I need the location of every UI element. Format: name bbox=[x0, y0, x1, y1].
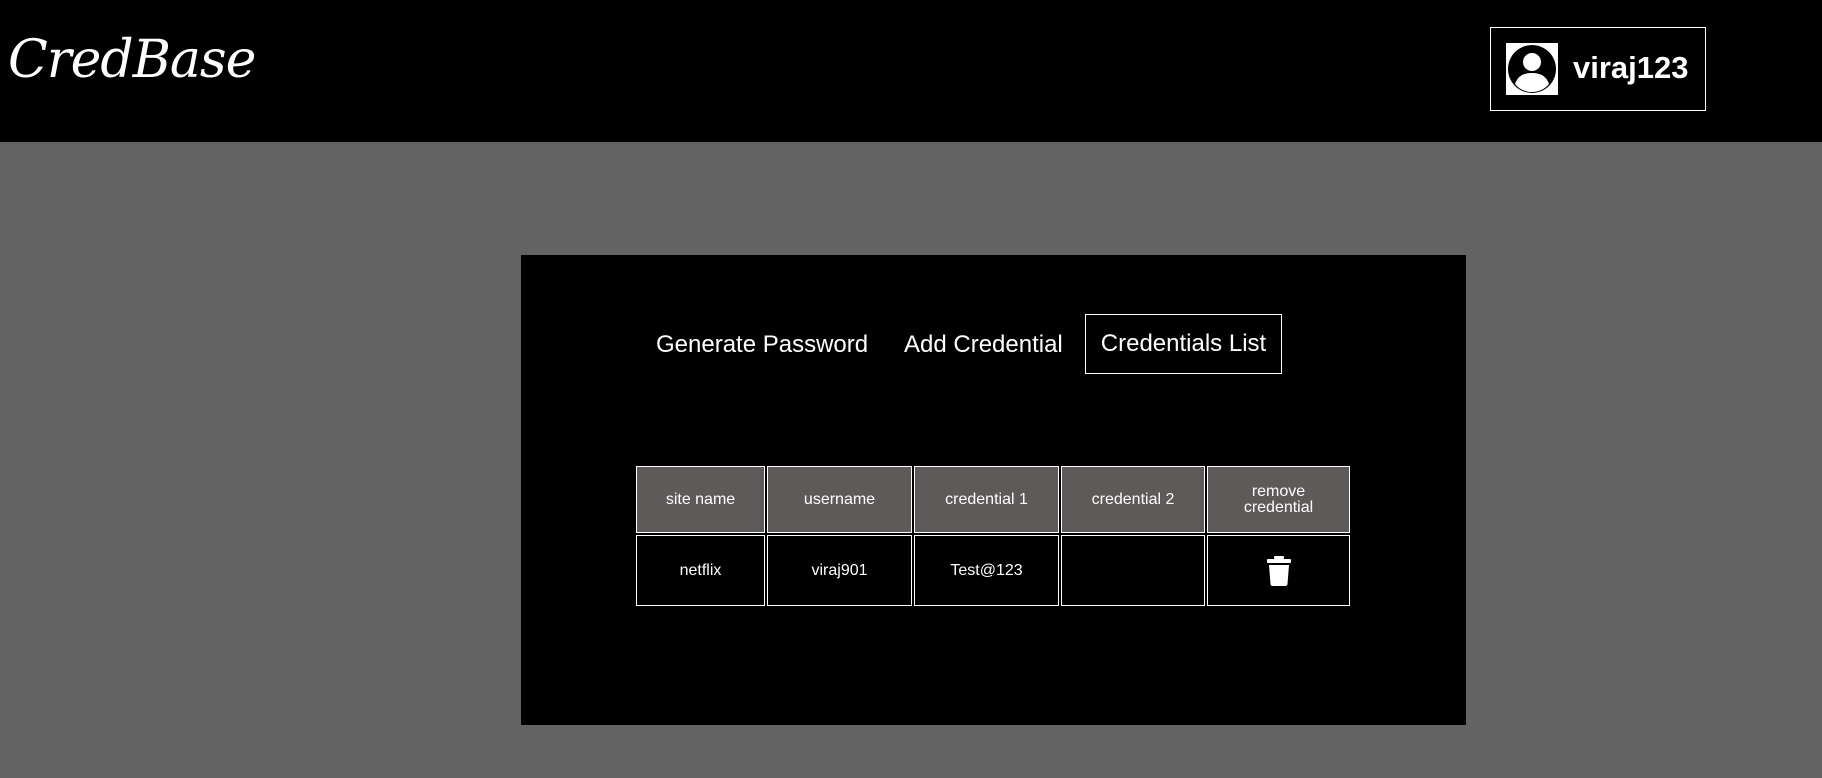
trash-icon bbox=[1266, 555, 1291, 586]
cell-site-name: netflix bbox=[636, 535, 765, 606]
account-circle-icon bbox=[1506, 43, 1558, 95]
column-header-label: remove credential bbox=[1243, 482, 1314, 516]
app-header: CredBase viraj123 bbox=[0, 0, 1822, 142]
column-header-username: username bbox=[767, 466, 912, 533]
username-label: viraj123 bbox=[1573, 50, 1689, 85]
column-header-remove-credential: remove credential bbox=[1207, 466, 1350, 533]
tab-generate-password[interactable]: Generate Password bbox=[656, 331, 868, 359]
column-header-site-name: site name bbox=[636, 466, 765, 533]
cell-credential-2 bbox=[1061, 535, 1205, 606]
cell-remove-credential bbox=[1207, 535, 1350, 606]
tab-credentials-list[interactable]: Credentials List bbox=[1085, 314, 1282, 374]
column-header-credential-2: credential 2 bbox=[1061, 466, 1205, 533]
remove-credential-button[interactable] bbox=[1265, 555, 1293, 587]
user-profile-button[interactable]: viraj123 bbox=[1490, 27, 1706, 111]
cell-credential-1: Test@123 bbox=[914, 535, 1059, 606]
app-logo[interactable]: CredBase bbox=[8, 30, 256, 90]
tab-add-credential[interactable]: Add Credential bbox=[904, 331, 1063, 359]
column-header-credential-1: credential 1 bbox=[914, 466, 1059, 533]
cell-username: viraj901 bbox=[767, 535, 912, 606]
credentials-panel: Generate Password Add Credential Credent… bbox=[521, 255, 1466, 725]
